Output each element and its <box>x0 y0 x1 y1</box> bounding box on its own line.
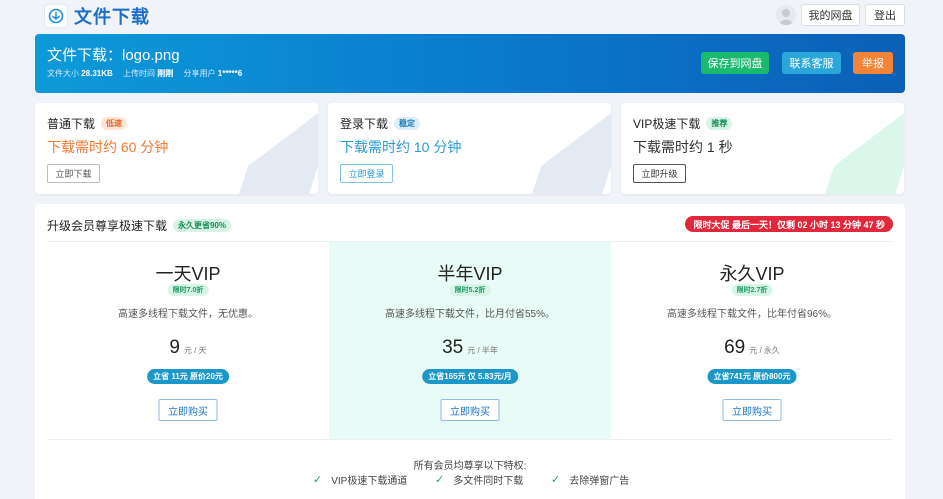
check-icon: ✓ <box>313 474 323 486</box>
price-unit: 元 / 永久 <box>749 346 780 355</box>
plan-discount: 限时5.2折 <box>449 284 491 296</box>
uploaded-value: 刚刚 <box>157 69 174 78</box>
size-value: 28.31KB <box>81 69 113 78</box>
contact-support-button[interactable]: 联系客服 <box>782 52 841 74</box>
price-unit: 元 / 半年 <box>467 346 498 355</box>
plan-price: 69 元 / 永久 <box>611 337 893 359</box>
top-bar: 文件下载 我的网盘 登出 <box>0 0 943 32</box>
plan-half-year: 半年VIP 限时5.2折 高速多线程下载文件，比月付省55%。 35 元 / 半年… <box>329 242 611 439</box>
plan-name: 永久VIP <box>719 264 785 284</box>
download-now-button[interactable]: 立即下载 <box>47 164 100 183</box>
check-icon: ✓ <box>551 474 561 486</box>
save-badge: 永久更省90% <box>173 219 232 232</box>
vip-download-card: VIP极速下载 推荐 下载需时约 1 秒 立即升级 <box>621 103 904 194</box>
plan-desc: 高速多线程下载文件，比月付省55%。 <box>384 309 555 320</box>
buy-button[interactable]: 立即购买 <box>440 399 500 421</box>
plan-price: 9元 / 天 <box>47 337 329 359</box>
plan-name: 一天VIP <box>155 264 221 284</box>
download-time: 下载需时约 60 分钟 <box>47 139 169 155</box>
plan-desc: 高速多线程下载文件，无优惠。 <box>118 309 258 320</box>
buy-button[interactable]: 立即购买 <box>722 399 782 421</box>
upgrade-now-button[interactable]: 立即升级 <box>633 164 686 183</box>
price-value: 69 <box>724 337 746 358</box>
my-disk-button[interactable]: 我的网盘 <box>801 4 860 26</box>
plan-price: 35 元 / 半年 <box>329 337 611 359</box>
user-value: 1*****6 <box>217 69 243 78</box>
plan-desc: 高速多线程下载文件，比年付省96%。 <box>666 309 837 320</box>
price-unit: 元 / 天 <box>183 346 207 355</box>
plan-savings: 立省165元 仅 5.83元/月 <box>422 369 518 384</box>
price-value: 9 <box>169 337 180 358</box>
feature-label: VIP极速下载通道 <box>331 476 408 487</box>
features-title: 所有会员均尊享以下特权: <box>413 461 527 472</box>
logout-button[interactable]: 登出 <box>865 4 905 26</box>
report-button[interactable]: 举报 <box>853 52 893 74</box>
card-decoration <box>236 103 318 194</box>
save-to-disk-button[interactable]: 保存到网盘 <box>701 52 769 74</box>
plan-savings: 立省 11元 原价20元 <box>147 369 229 384</box>
buy-button[interactable]: 立即购买 <box>158 399 218 421</box>
size-label: 文件大小 <box>47 69 79 78</box>
file-meta: 文件大小 28.31KB 上传时间 刚刚 分享用户 1*****6 <box>47 68 250 79</box>
promo-countdown: 限时大促 最后一天！仅剩 02 小时 13 分钟 47 秒 <box>685 216 893 232</box>
feature-item: ✓ 多文件同时下载 <box>435 472 523 487</box>
recommend-tag: 推荐 <box>706 117 733 130</box>
normal-download-card: 普通下载 低速 下载需时约 60 分钟 立即下载 <box>35 103 318 194</box>
vip-panel-title: 升级会员尊享极速下载 <box>47 219 168 233</box>
login-now-button[interactable]: 立即登录 <box>340 164 393 183</box>
login-download-card: 登录下载 稳定 下载需时约 10 分钟 立即登录 <box>328 103 611 194</box>
plan-name: 半年VIP <box>437 264 503 284</box>
card-title: VIP极速下载 <box>633 117 701 131</box>
card-decoration <box>529 103 611 194</box>
download-time: 下载需时约 1 秒 <box>633 139 733 155</box>
site-title: 文件下载 <box>74 7 150 27</box>
feature-item: ✓ 去除弹窗广告 <box>551 472 629 487</box>
divider <box>47 439 893 440</box>
vip-upgrade-panel: 升级会员尊享极速下载 永久更省90% 限时大促 最后一天！仅剩 02 小时 13… <box>35 204 905 499</box>
feature-label: 多文件同时下载 <box>453 476 524 487</box>
check-icon: ✓ <box>435 474 445 486</box>
file-banner: 文件下载：logo.png 文件大小 28.31KB 上传时间 刚刚 分享用户 … <box>35 34 905 93</box>
plan-one-day: 一天VIP 限时7.0折 高速多线程下载文件，无优惠。 9元 / 天 立省 11… <box>47 242 329 439</box>
card-title: 登录下载 <box>340 117 389 131</box>
user-avatar-icon[interactable] <box>776 5 796 25</box>
feature-item: ✓ VIP极速下载通道 <box>313 472 407 487</box>
plan-savings: 立省741元 原价800元 <box>707 369 797 384</box>
feature-label: 去除弹窗广告 <box>569 476 630 487</box>
speed-tag: 低速 <box>101 117 128 130</box>
price-value: 35 <box>442 337 464 358</box>
uploaded-label: 上传时间 <box>123 69 156 78</box>
plan-discount: 限时2.7折 <box>731 284 773 296</box>
plan-discount: 限时7.0折 <box>167 284 209 296</box>
card-title: 普通下载 <box>47 117 96 131</box>
card-decoration <box>822 103 904 194</box>
download-time: 下载需时约 10 分钟 <box>340 139 462 155</box>
stable-tag: 稳定 <box>394 117 421 130</box>
file-title: 文件下载：logo.png <box>47 47 180 64</box>
user-label: 分享用户 <box>183 69 216 78</box>
cloud-download-icon <box>45 5 67 27</box>
plan-lifetime: 永久VIP 限时2.7折 高速多线程下载文件，比年付省96%。 69 元 / 永久… <box>611 242 893 439</box>
